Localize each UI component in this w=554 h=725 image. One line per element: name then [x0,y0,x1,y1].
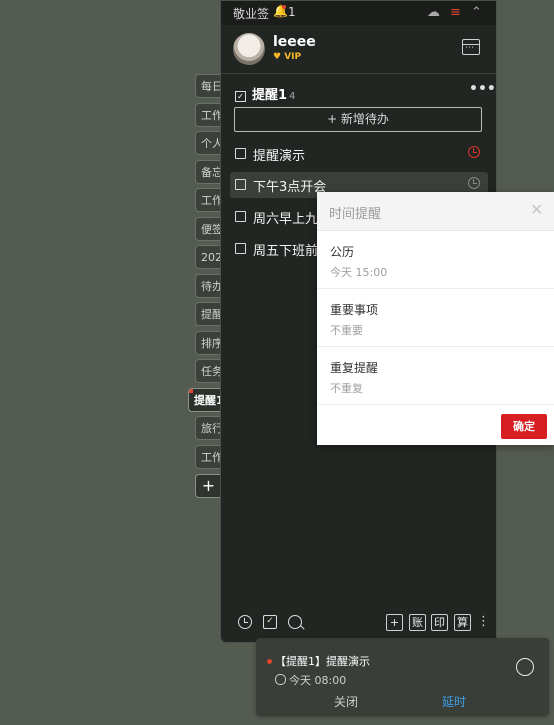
todo-checkbox[interactable] [235,211,246,222]
side-tab-5[interactable]: 便签 [195,217,221,241]
row-value: 不重复 [330,382,363,395]
time-reminder-dialog: 时间提醒 ✕ 公历 今天 15:00 重要事项 不重要 重复提醒 不重复 确定 [317,192,554,445]
collapse-icon[interactable]: ⌃ [471,5,482,20]
done-list-icon[interactable]: ✓ [263,615,277,629]
add-button[interactable]: + [386,614,403,631]
notification-time-text: 今天 08:00 [289,674,347,687]
reminder-notification: 【提醒1】提醒演示 今天 08:00 关闭 延时 [256,638,549,716]
row-value: 不重要 [330,324,363,337]
close-icon[interactable]: ✕ [530,200,543,219]
side-tab-2[interactable]: 个人 [195,131,221,155]
search-icon[interactable] [288,615,302,629]
todo-text: 下午3点开会 [253,180,327,195]
calculator-button[interactable]: 算 [454,614,471,631]
list-title: ✓ 提醒1 4 [235,84,295,103]
side-tab-8[interactable]: 提醒 [195,302,221,326]
row-label: 公历 [330,245,355,259]
side-tab-11[interactable]: 提醒1 [188,388,221,412]
complete-circle-button[interactable] [516,658,534,676]
add-todo-button[interactable]: + 新增待办 [234,107,482,132]
username: leeee [273,34,316,50]
add-tab-button[interactable]: + [195,474,221,498]
notification-close-button[interactable]: 关闭 [334,693,358,710]
todo-checkbox[interactable] [235,179,246,190]
side-tab-6[interactable]: 2024 [195,245,221,269]
notification-snooze-button[interactable]: 延时 [442,693,466,710]
bell-count: 1 [288,5,296,19]
bottom-toolbar: ✓ + 账 印 算 ⋮ [221,606,496,642]
header-divider [221,73,496,74]
todo-text: 周五下班前 [253,244,319,259]
clock-icon [275,674,286,685]
repeat-row[interactable]: 重复提醒 不重复 [317,347,554,405]
side-tab-10[interactable]: 任务 [195,359,221,383]
title-bar[interactable]: 敬业签 🔔 1 ☁ ≡ ⌃ [221,1,496,25]
dialog-header: 时间提醒 ✕ [317,192,554,231]
notification-time: 今天 08:00 [275,672,346,688]
side-tab-3[interactable]: 备忘 [195,160,221,184]
side-tab-0[interactable]: 每日 [195,74,221,98]
list-count: 4 [289,91,296,102]
bell-badge-dot [282,5,286,9]
side-tab-7[interactable]: 待办 [195,274,221,298]
vip-badge: ♥ VIP [273,52,302,62]
alarm-icon [468,146,480,158]
list-check-icon: ✓ [235,91,246,102]
row-value: 今天 15:00 [330,266,388,279]
side-tab-9[interactable]: 排序 [195,331,221,355]
row-label: 重要事项 [330,303,379,317]
side-tab-4[interactable]: 工作 [195,188,221,212]
todo-checkbox[interactable] [235,148,246,159]
avatar[interactable] [233,33,265,65]
importance-row[interactable]: 重要事项 不重要 [317,289,554,347]
print-button[interactable]: 印 [431,614,448,631]
todo-text: 提醒演示 [253,149,306,164]
list-title-text: 提醒1 [252,88,288,103]
menu-icon[interactable]: ≡ [450,5,461,20]
todo-checkbox[interactable] [235,243,246,254]
todo-item[interactable]: 提醒演示 [230,141,488,167]
calendar-icon[interactable] [462,39,480,55]
row-label: 重复提醒 [330,361,379,375]
notification-dot [267,659,272,664]
cloud-sync-icon[interactable]: ☁ [427,5,440,20]
more-icon[interactable]: ••• [469,81,496,97]
app-name: 敬业签 [233,7,270,21]
side-tab-1[interactable]: 工作 [195,103,221,127]
calendar-row[interactable]: 公历 今天 15:00 [317,231,554,289]
ledger-button[interactable]: 账 [409,614,426,631]
side-tab-13[interactable]: 工作 [195,445,221,469]
confirm-button[interactable]: 确定 [501,414,547,439]
more-vertical-icon[interactable]: ⋮ [477,614,490,629]
dialog-title: 时间提醒 [329,207,382,222]
side-tab-12[interactable]: 旅行 [195,416,221,440]
alarm-icon[interactable] [468,177,480,189]
clock-icon[interactable] [238,615,252,629]
notification-title: 【提醒1】提醒演示 [275,655,370,668]
